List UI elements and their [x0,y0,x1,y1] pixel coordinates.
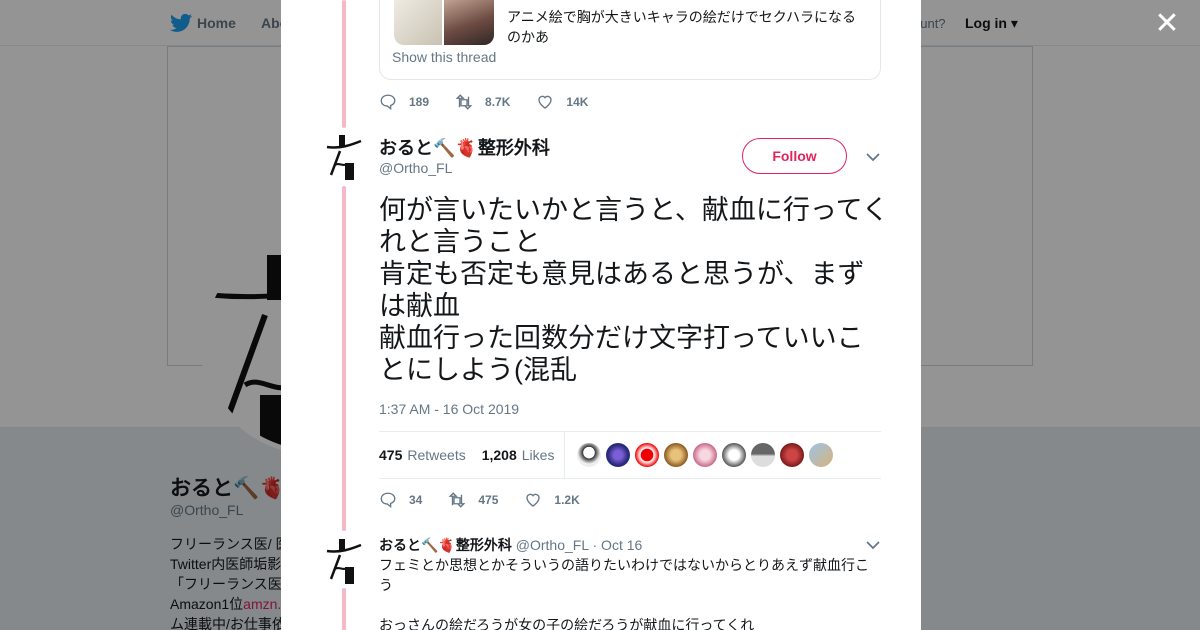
reply-header: おると🔨🫀整形外科 @Ortho_FL · Oct 16 [379,535,642,555]
liker-avatars [577,443,838,467]
chevron-down-icon[interactable] [866,152,880,162]
chevron-down-icon[interactable] [866,540,880,550]
tweet-timestamp[interactable]: 1:37 AM - 16 Oct 2019 [379,401,519,417]
tweet-author-handle[interactable]: @Ortho_FL [379,160,452,176]
close-icon[interactable]: ✕ [1154,9,1180,39]
like-button[interactable]: 1.2K [524,491,580,509]
reply-button[interactable]: 34 [379,491,422,509]
quoted-image [444,0,494,45]
thread-line [342,588,346,630]
liker-avatar[interactable] [780,443,805,467]
like-icon [538,95,553,109]
thread-line [342,0,346,128]
liker-avatar[interactable] [577,443,602,467]
tweet-text-line: 肯定も否定も意見はあると思うが、まずは献血 [379,259,865,321]
liker-avatar[interactable] [722,443,747,467]
reply-paragraph: フェミとか思想とかそういうの語りたいわけではないからとりあえず献血行こう [379,557,869,593]
reply-icon [380,94,396,110]
tweet-text-line: 何が言いたいかと言うと、献血に行ってくれと言うこと [379,195,889,257]
liker-avatar[interactable] [751,443,776,467]
reply-date[interactable]: · Oct 16 [593,537,643,553]
reply-button[interactable]: 189 [379,93,429,111]
reply-paragraph: おっさんの絵だろうが女の子の絵だろうが献血に行ってくれ [379,617,755,630]
reply-author-avatar[interactable] [325,537,365,587]
reply-count: 34 [409,493,423,507]
quoted-image [394,0,442,45]
retweet-button[interactable]: 475 [448,491,498,509]
liker-avatar[interactable] [809,443,834,467]
show-thread-link[interactable]: Show this thread [392,49,496,65]
like-button[interactable]: 14K [536,93,588,111]
retweet-button[interactable]: 8.7K [455,93,510,111]
author-avatar[interactable] [325,133,365,183]
follow-button[interactable]: Follow [742,138,847,174]
liker-avatar[interactable] [606,443,631,467]
reply-icon [380,492,396,508]
quoted-tweet-text: アニメ絵で胸が大きいキャラの絵だけでセクハラになるのかあ [507,9,857,45]
retweets-label[interactable]: Retweets [407,447,465,463]
like-count: 1.2K [554,493,580,507]
reply-text: フェミとか思想とかそういうの語りたいわけではないからとりあえず献血行こう おっさ… [379,555,874,630]
retweet-count: 8.7K [485,95,511,109]
quoted-tweet-card[interactable]: アニメ絵で胸が大きいキャラの絵だけでセクハラになるのかあ Show this t… [379,0,881,80]
tweet-text-line: 献血行った回数分だけ文字打っていいことにしよう(混乱 [379,323,864,385]
like-count: 14K [566,95,589,109]
likes-count[interactable]: 1,208 [482,447,517,463]
thread-line [342,186,346,531]
reply-author-handle[interactable]: @Ortho_FL [516,537,589,553]
reply-author-name[interactable]: おると🔨🫀整形外科 [379,537,512,553]
retweet-icon [455,94,473,110]
tweet-author-name[interactable]: おると🔨🫀整形外科 [379,134,550,160]
retweet-count: 475 [478,493,499,507]
liker-avatar[interactable] [693,443,718,467]
retweet-icon [448,492,466,508]
previous-tweet-actions: 189 8.7K 14K [379,93,614,111]
liker-avatar[interactable] [635,443,660,467]
liker-avatar[interactable] [664,443,689,467]
tweet-stats: 475 Retweets 1,208 Likes [379,431,881,479]
likes-label[interactable]: Likes [522,447,555,463]
tweet-modal: アニメ絵で胸が大きいキャラの絵だけでセクハラになるのかあ Show this t… [281,0,921,630]
tweet-text: 何が言いたいかと言うと、献血に行ってくれと言うこと 肯定も否定も意見はあると思うが… [379,194,889,386]
reply-count: 189 [409,95,430,109]
like-icon [526,493,541,507]
tweet-actions: 34 475 1.2K [379,491,606,509]
retweets-count[interactable]: 475 [379,447,402,463]
stats-divider [564,431,566,479]
